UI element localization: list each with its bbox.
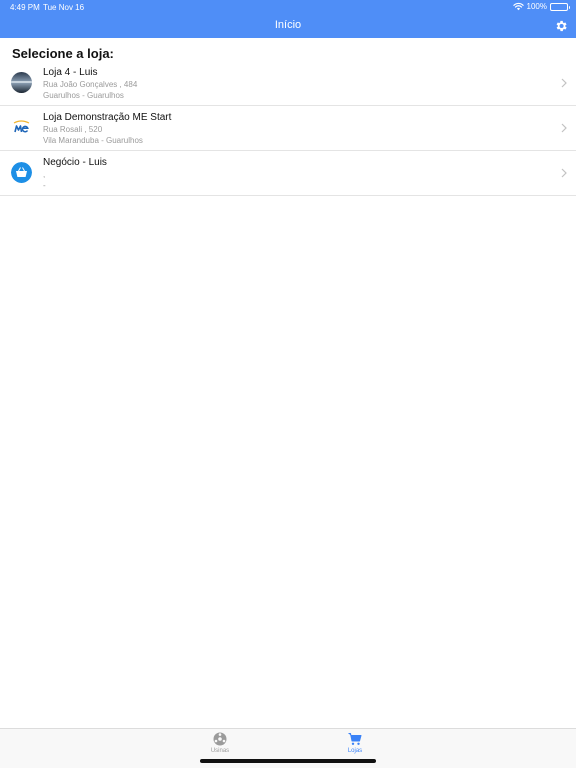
tab-usinas[interactable]: Usinas [190, 732, 250, 760]
store-row-loja-4[interactable]: Loja 4 - Luis Rua João Gonçalves , 484 G… [0, 61, 576, 106]
store-row-loja-demonstracao[interactable]: Loja Demonstração ME Start Rua Rosali , … [0, 106, 576, 151]
wifi-icon [512, 2, 524, 11]
battery-icon [550, 2, 570, 11]
chevron-right-icon [561, 123, 567, 133]
tab-lojas[interactable]: Lojas [325, 732, 385, 760]
status-date: Tue Nov 16 [43, 3, 85, 12]
store-name: Loja 4 - Luis [43, 67, 98, 78]
page-title: Início [274, 19, 302, 31]
ball-icon [213, 732, 227, 746]
tab-label: Usinas [210, 748, 230, 754]
navigation-bar: 4:49 PM Tue Nov 16 100% Início [0, 0, 576, 38]
status-indicators: 100% [512, 2, 570, 11]
section-title: Selecione a loja: [12, 46, 114, 61]
store-address: , [43, 170, 46, 179]
status-time: 4:49 PM [10, 3, 40, 12]
chevron-right-icon [561, 168, 567, 178]
store-address: Rua João Gonçalves , 484 [43, 80, 138, 89]
store-row-negocio[interactable]: Negócio - Luis , - [0, 151, 576, 196]
store-avatar [11, 72, 32, 93]
store-address: Rua Rosali , 520 [43, 125, 103, 134]
gear-icon[interactable] [554, 19, 568, 33]
store-name: Negócio - Luis [43, 157, 107, 168]
store-logo-me [11, 117, 32, 138]
store-logo-basket [11, 162, 32, 183]
tab-label: Lojas [347, 748, 363, 754]
store-list: Loja 4 - Luis Rua João Gonçalves , 484 G… [0, 61, 576, 196]
store-district: Guarulhos - Guarulhos [43, 91, 124, 100]
chevron-right-icon [561, 78, 567, 88]
store-name: Loja Demonstração ME Start [43, 112, 172, 123]
status-bar: 4:49 PM Tue Nov 16 100% [0, 0, 576, 14]
cart-icon [348, 733, 362, 745]
battery-percent: 100% [526, 2, 547, 11]
home-indicator [200, 759, 376, 763]
store-district: - [43, 181, 46, 190]
store-district: Vila Maranduba - Guarulhos [43, 136, 143, 145]
